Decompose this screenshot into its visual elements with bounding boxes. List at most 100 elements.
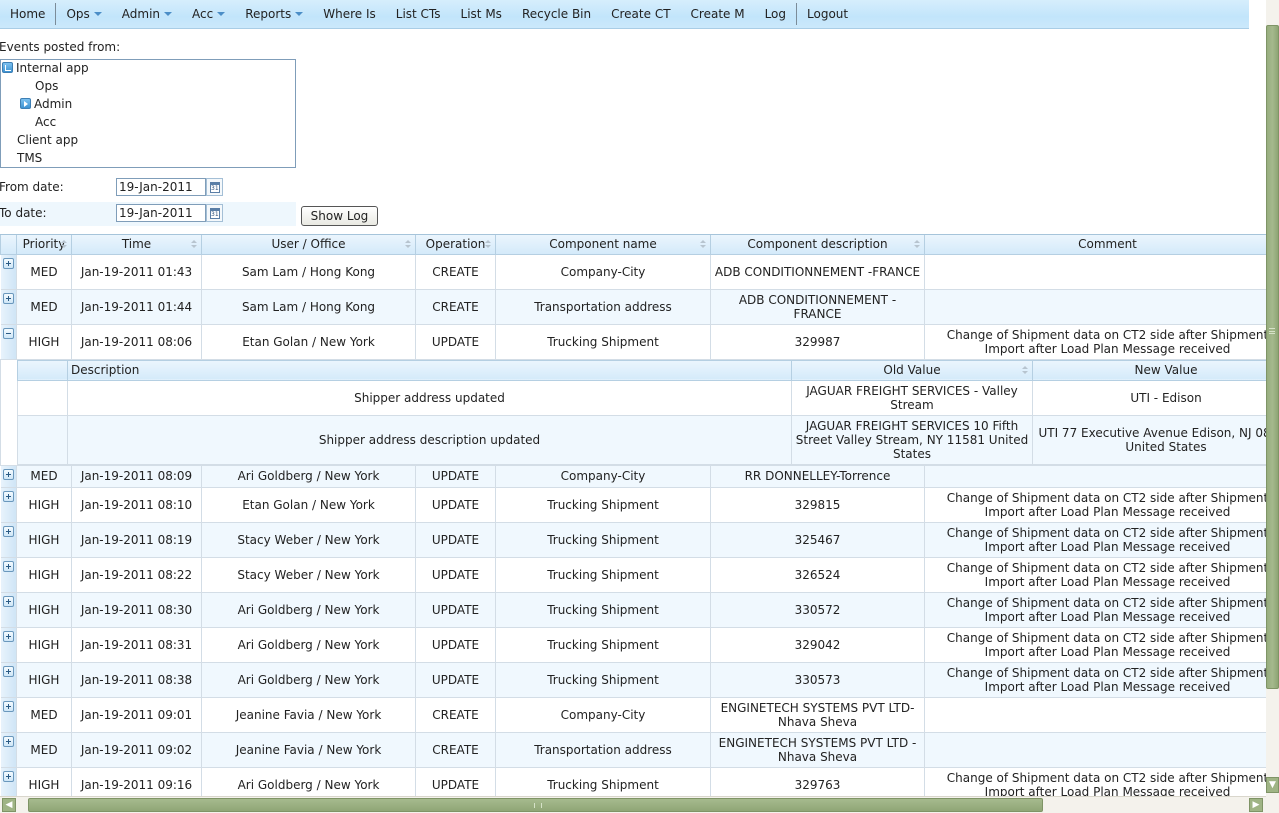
tree-item-internal-app[interactable]: Internal app [2,61,89,75]
collapse-row-icon[interactable] [2,327,14,339]
sort-arrows-icon[interactable] [485,240,491,249]
detail-column-header-old-value[interactable]: Old Value [791,360,1033,381]
time-cell: Jan-19-2011 08:06 [71,323,202,360]
table-row[interactable]: MED Jan-19-2011 09:01 Jeanine Favia / New … [0,696,1266,733]
nav-item-ops[interactable]: Ops [56,3,111,25]
sort-arrows-icon[interactable] [191,240,197,249]
table-row[interactable]: MED Jan-19-2011 09:02 Jeanine Favia / New … [0,731,1266,768]
user-office-cell: Stacy Weber / New York [201,556,416,593]
nav-item-where-is[interactable]: Where Is [313,3,386,25]
user-office-cell: Etan Golan / New York [201,323,416,360]
expand-row-icon[interactable] [2,735,14,747]
expand-cell [0,323,17,360]
detail-old-value-cell: JAGUAR FREIGHT SERVICES 10 Fifth Street … [791,414,1033,464]
column-header-component-description[interactable]: Component description [710,235,925,255]
collapse-icon[interactable] [2,62,13,73]
vertical-scroll-thumb[interactable] [1266,25,1279,689]
table-row[interactable]: MED Jan-19-2011 01:44 Sam Lam / Hong Kong C… [0,288,1266,325]
detail-new-value-cell: UTI 77 Executive Avenue Edison, NJ 08817… [1032,414,1266,464]
table-row[interactable]: HIGH Jan-19-2011 08:06 Etan Golan / New Yo… [0,323,1266,360]
expand-row-icon[interactable] [2,468,14,480]
tree-item-client-app[interactable]: Client app [17,133,78,147]
chevron-down-icon [217,12,226,16]
nav-item-recycle-bin[interactable]: Recycle Bin [512,3,601,25]
expand-row-icon[interactable] [2,700,14,712]
nav-item-list-ms[interactable]: List Ms [451,3,512,25]
sort-arrows-icon[interactable] [61,240,67,249]
column-header-priority[interactable]: Priority [16,235,72,255]
event-log-grid: Priority Time User / Office Operation Compon… [0,234,1266,796]
table-row[interactable]: HIGH Jan-19-2011 08:19 Stacy Weber / New Y… [0,521,1266,558]
column-header-time[interactable]: Time [71,235,202,255]
sort-arrows-icon[interactable] [700,240,706,249]
tree-item-admin[interactable]: Admin [20,97,72,111]
table-row[interactable]: MED Jan-19-2011 08:09 Ari Goldberg / New Y… [0,464,1266,488]
user-office-cell: Sam Lam / Hong Kong [201,288,416,325]
component-name-cell: Trucking Shipment [495,661,711,698]
expand-cell [0,591,17,628]
nav-item-create-m[interactable]: Create M [681,3,755,25]
table-row[interactable]: HIGH Jan-19-2011 08:10 Etan Golan / New Yo… [0,486,1266,523]
expand-row-icon[interactable] [2,525,14,537]
priority-cell: HIGH [16,591,72,628]
tree-item-ops[interactable]: Ops [35,79,58,93]
table-row[interactable]: HIGH Jan-19-2011 08:22 Stacy Weber / New Y… [0,556,1266,593]
sort-arrows-icon[interactable] [1022,365,1028,375]
nav-item-label: Acc [192,7,214,21]
nav-item-list-cts[interactable]: List CTs [386,3,451,25]
detail-description-cell: Shipper address description updated [67,414,792,464]
scroll-down-arrow-icon[interactable]: ▼ [1266,777,1279,793]
comment-cell [924,253,1266,290]
expand-row-icon[interactable] [2,665,14,677]
column-header-component-name[interactable]: Component name [495,235,711,255]
nav-item-logout[interactable]: Logout [797,3,858,25]
column-header-comment[interactable]: Comment [924,235,1266,255]
nav-item-log[interactable]: Log [755,3,796,25]
detail-row-item: Shipper address description updated JAGUA… [17,414,1266,464]
vertical-scrollbar[interactable]: ▼ [1266,0,1279,797]
component-name-cell: Company-City [495,464,711,488]
nav-item-label: Logout [807,7,849,21]
component-name-cell: Trucking Shipment [495,626,711,663]
expand-row-icon[interactable] [2,595,14,607]
table-row[interactable]: HIGH Jan-19-2011 08:38 Ari Goldberg / New … [0,661,1266,698]
expand-row-icon[interactable] [2,292,14,304]
column-header-operation[interactable]: Operation [415,235,496,255]
table-row[interactable]: HIGH Jan-19-2011 09:16 Ari Goldberg / New … [0,766,1266,796]
to-date-input[interactable] [116,204,206,222]
table-row[interactable]: HIGH Jan-19-2011 08:31 Ari Goldberg / New … [0,626,1266,663]
tree-item-acc[interactable]: Acc [35,115,56,129]
nav-item-admin[interactable]: Admin [112,3,182,25]
detail-column-header-new-value[interactable]: New Value [1032,360,1266,381]
expand-icon[interactable] [20,98,31,109]
tree-item-tms[interactable]: TMS [17,151,42,165]
from-date-calendar-button[interactable] [206,178,223,196]
detail-spacer-header [17,360,68,381]
sort-arrows-icon[interactable] [405,240,411,249]
horizontal-scrollbar[interactable]: ◀ ▶ [0,796,1266,813]
nav-item-acc[interactable]: Acc [182,3,235,25]
scroll-right-arrow-icon[interactable]: ▶ [1249,798,1263,812]
expand-row-icon[interactable] [2,770,14,782]
tree-item-label: Admin [34,97,73,111]
column-header-user-office[interactable]: User / Office [201,235,416,255]
to-date-calendar-button[interactable] [206,204,223,222]
table-row[interactable]: MED Jan-19-2011 01:43 Sam Lam / Hong Kong C… [0,253,1266,290]
horizontal-scroll-thumb[interactable] [28,798,1043,812]
expand-row-icon[interactable] [2,490,14,502]
table-row[interactable]: HIGH Jan-19-2011 08:30 Ari Goldberg / New … [0,591,1266,628]
sort-arrows-icon[interactable] [914,240,920,249]
expand-row-icon[interactable] [2,560,14,572]
from-date-input[interactable] [116,178,206,196]
expand-row-icon[interactable] [2,257,14,269]
detail-column-header-description[interactable]: Description [67,360,792,381]
show-log-button[interactable]: Show Log [301,206,378,226]
nav-item-reports[interactable]: Reports [235,3,313,25]
nav-item-create-ct[interactable]: Create CT [601,3,680,25]
user-office-cell: Sam Lam / Hong Kong [201,253,416,290]
expand-row-icon[interactable] [2,630,14,642]
scroll-left-arrow-icon[interactable]: ◀ [2,798,16,812]
component-name-cell: Transportation address [495,731,711,768]
component-name-cell: Trucking Shipment [495,556,711,593]
nav-item-home[interactable]: Home [0,3,55,25]
